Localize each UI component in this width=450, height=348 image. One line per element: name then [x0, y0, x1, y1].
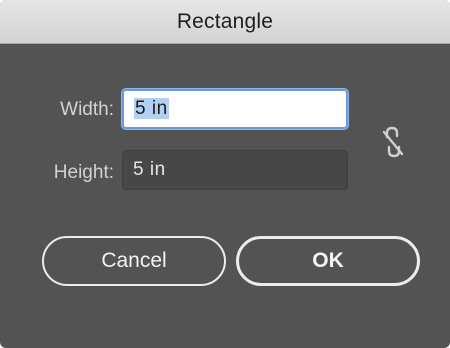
dialog-titlebar[interactable]: Rectangle [0, 0, 450, 44]
width-label: Width: [60, 99, 114, 120]
dialog-title: Rectangle [176, 9, 274, 33]
rectangle-dialog: Rectangle Width: 5 in Height: 5 in Cance… [0, 0, 450, 348]
height-input[interactable]: 5 in [122, 150, 348, 190]
cancel-button[interactable]: Cancel [42, 236, 226, 286]
width-input[interactable]: 5 in [122, 89, 348, 129]
height-label: Height: [53, 162, 114, 183]
height-value: 5 in [133, 159, 166, 180]
unlinked-chain-icon[interactable] [378, 124, 408, 160]
width-value: 5 in [134, 98, 169, 119]
ok-button[interactable]: OK [236, 236, 420, 286]
